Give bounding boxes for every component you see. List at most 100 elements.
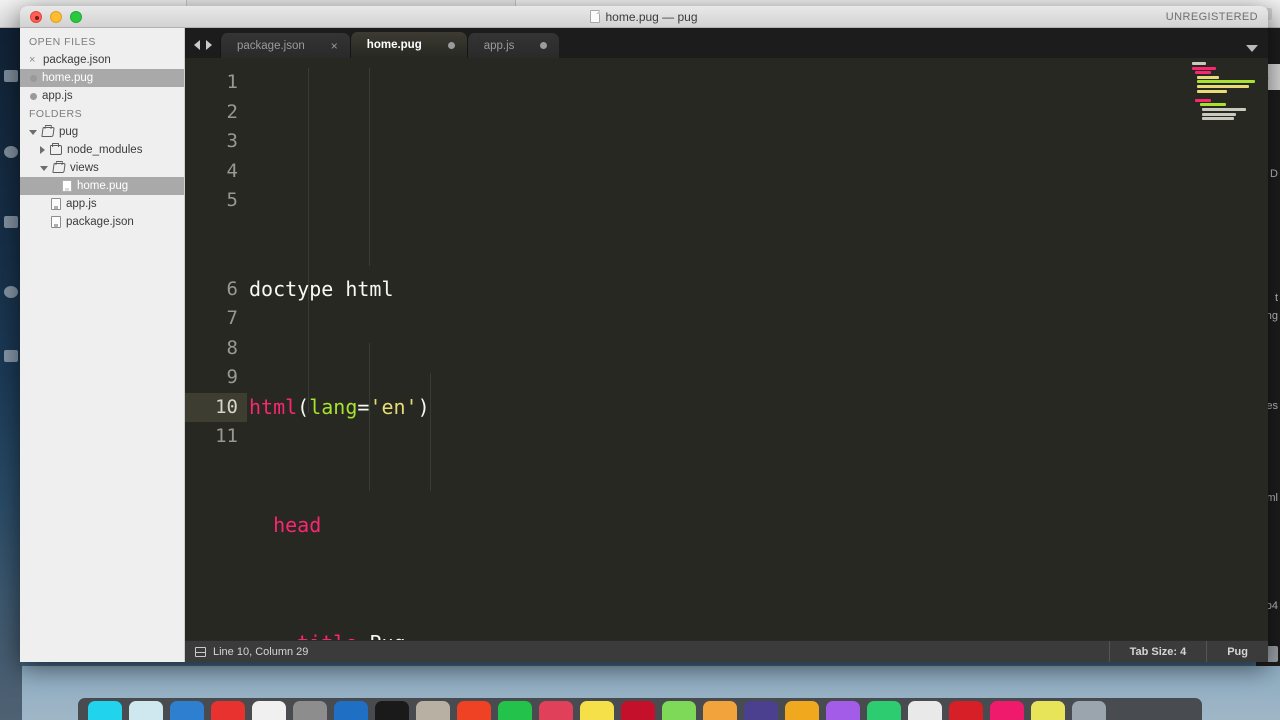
indent-guide bbox=[369, 68, 370, 266]
tree-item-label: pug bbox=[59, 126, 78, 138]
minimap-line bbox=[1200, 103, 1226, 106]
background-text-fragment: D bbox=[1270, 168, 1278, 180]
dock-icon[interactable] bbox=[416, 701, 450, 720]
dock-icon[interactable] bbox=[457, 701, 491, 720]
editor-status-bar: Line 10, Column 29 Tab Size: 4 Pug bbox=[185, 640, 1268, 662]
status-right-group: Tab Size: 4 Pug bbox=[1109, 641, 1268, 662]
tab-prev-arrow-icon[interactable] bbox=[194, 40, 200, 50]
folder-closed-icon bbox=[50, 145, 62, 155]
dock-icon[interactable] bbox=[621, 701, 655, 720]
cursor-position-label: Line 10, Column 29 bbox=[213, 646, 308, 658]
dock-icon[interactable] bbox=[88, 701, 122, 720]
tree-folder-views[interactable]: views bbox=[20, 159, 184, 177]
grammar-selector-button[interactable]: Pug bbox=[1206, 641, 1268, 662]
dock-icon[interactable] bbox=[170, 701, 204, 720]
tree-item-label: app.js bbox=[66, 198, 97, 210]
code-region: 1 2 3 4 5 6 7 8 9 10 11 do bbox=[185, 58, 1268, 640]
code-editor-text-area[interactable]: doctype html html(lang='en') head title … bbox=[247, 58, 1268, 640]
chevron-down-icon[interactable] bbox=[29, 130, 37, 135]
code-token-paren: ) bbox=[418, 395, 430, 419]
chevron-down-icon[interactable] bbox=[40, 166, 48, 171]
background-browser-sidebar bbox=[0, 28, 22, 720]
dock-icon[interactable] bbox=[498, 701, 532, 720]
code-minimap[interactable] bbox=[1188, 58, 1268, 640]
code-token-text: Pug bbox=[357, 631, 405, 641]
window-titlebar: home.pug — pug UNREGISTERED bbox=[20, 6, 1268, 28]
tree-item-label: views bbox=[70, 162, 99, 174]
modified-dot-icon bbox=[30, 75, 37, 82]
dock-icon[interactable] bbox=[867, 701, 901, 720]
close-file-icon[interactable]: × bbox=[29, 55, 38, 66]
tree-file-home-pug[interactable]: home.pug bbox=[20, 177, 184, 195]
dock-icon[interactable] bbox=[908, 701, 942, 720]
dock-icon[interactable] bbox=[252, 701, 286, 720]
tab-label: app.js bbox=[484, 40, 515, 52]
line-number: 3 bbox=[185, 127, 247, 157]
dock-icon[interactable] bbox=[826, 701, 860, 720]
editor-pane: package.json × home.pug app.js 1 2 3 bbox=[185, 28, 1268, 662]
tree-item-label: package.json bbox=[66, 216, 134, 228]
tab-size-button[interactable]: Tab Size: 4 bbox=[1109, 641, 1207, 662]
line-number: 7 bbox=[185, 304, 247, 334]
dock-icon[interactable] bbox=[662, 701, 696, 720]
modified-dot-icon bbox=[30, 93, 37, 100]
code-token-tag: head bbox=[273, 513, 321, 537]
folders-header: FOLDERS bbox=[20, 105, 184, 123]
open-file-app-js[interactable]: app.js bbox=[20, 87, 184, 105]
tab-package-json[interactable]: package.json × bbox=[220, 33, 350, 58]
dock-icon[interactable] bbox=[375, 701, 409, 720]
chevron-right-icon[interactable] bbox=[40, 146, 45, 154]
tree-file-app-js[interactable]: app.js bbox=[20, 195, 184, 213]
minimap-line bbox=[1202, 108, 1246, 111]
dock-icon[interactable] bbox=[1031, 701, 1065, 720]
tab-modified-dot-icon[interactable] bbox=[540, 42, 547, 49]
background-text-fragment: t bbox=[1275, 292, 1278, 304]
folder-open-icon bbox=[52, 163, 65, 173]
minimap-line bbox=[1202, 113, 1236, 116]
tree-item-label: node_modules bbox=[67, 144, 142, 156]
sidebar-glyph-menu-icon bbox=[4, 70, 18, 82]
tab-app-js[interactable]: app.js bbox=[467, 33, 560, 58]
indent-guide bbox=[430, 373, 431, 491]
editor-tab-bar: package.json × home.pug app.js bbox=[185, 28, 1268, 58]
tree-folder-pug[interactable]: pug bbox=[20, 123, 184, 141]
cursor-position-group[interactable]: Line 10, Column 29 bbox=[185, 646, 308, 658]
tab-scroll-arrows[interactable] bbox=[185, 40, 220, 58]
sidebar-glyph-user-icon bbox=[4, 286, 18, 298]
dock-icon[interactable] bbox=[785, 701, 819, 720]
chevron-down-icon[interactable] bbox=[1246, 45, 1258, 52]
dock-icon[interactable] bbox=[129, 701, 163, 720]
tree-folder-node-modules[interactable]: node_modules bbox=[20, 141, 184, 159]
dock-icon[interactable] bbox=[334, 701, 368, 720]
dock-icon[interactable] bbox=[1072, 701, 1106, 720]
file-icon bbox=[62, 180, 72, 192]
tab-home-pug[interactable]: home.pug bbox=[350, 32, 467, 58]
dock-icon[interactable] bbox=[580, 701, 614, 720]
line-number: 9 bbox=[185, 363, 247, 393]
dock-icon[interactable] bbox=[211, 701, 245, 720]
dock-icon[interactable] bbox=[744, 701, 778, 720]
project-tree-view[interactable]: OPEN FILES × package.json home.pug app.j… bbox=[20, 28, 185, 662]
minimap-line bbox=[1192, 67, 1216, 70]
dock-icon[interactable] bbox=[703, 701, 737, 720]
dock-icon[interactable] bbox=[539, 701, 573, 720]
code-token-attr: lang bbox=[309, 395, 357, 419]
code-line-2: html(lang='en') bbox=[247, 393, 1268, 423]
tab-close-icon[interactable]: × bbox=[331, 40, 338, 52]
minimap-line bbox=[1192, 62, 1206, 65]
minimap-line bbox=[1197, 76, 1219, 79]
dock-icon[interactable] bbox=[990, 701, 1024, 720]
line-number-active: 10 bbox=[185, 393, 247, 423]
lines-icon bbox=[195, 647, 206, 657]
sidebar-glyph-tabs-icon bbox=[4, 216, 18, 228]
tab-modified-dot-icon[interactable] bbox=[448, 42, 455, 49]
open-file-package-json[interactable]: × package.json bbox=[20, 51, 184, 69]
dock-icon[interactable] bbox=[293, 701, 327, 720]
open-file-home-pug[interactable]: home.pug bbox=[20, 69, 184, 87]
window-body: OPEN FILES × package.json home.pug app.j… bbox=[20, 28, 1268, 662]
tree-file-package-json[interactable]: package.json bbox=[20, 213, 184, 231]
code-line-4: title Pug bbox=[247, 629, 1268, 641]
dock-icon[interactable] bbox=[949, 701, 983, 720]
tab-next-arrow-icon[interactable] bbox=[206, 40, 212, 50]
macos-dock[interactable] bbox=[78, 698, 1202, 720]
